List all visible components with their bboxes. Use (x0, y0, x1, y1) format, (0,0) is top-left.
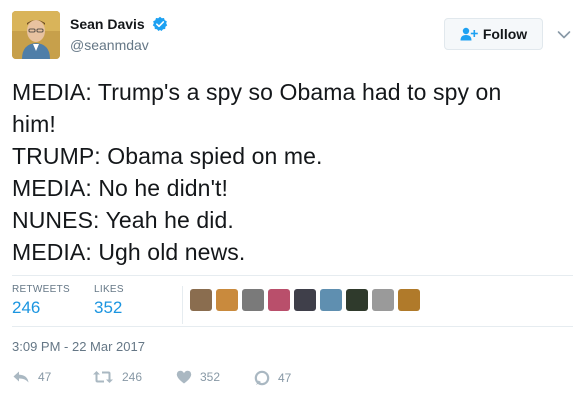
like-count: 352 (200, 370, 221, 384)
liker-avatar[interactable] (268, 289, 290, 311)
user-handle[interactable]: @seanmdav (70, 37, 168, 53)
likes-value: 352 (94, 298, 123, 317)
likes-stat[interactable]: LIKES 352 (94, 284, 124, 318)
retweets-value: 246 (12, 298, 41, 317)
stats-separator (182, 286, 183, 324)
liker-avatar[interactable] (398, 289, 420, 311)
liker-avatar[interactable] (216, 289, 238, 311)
retweets-label: RETWEETS (12, 284, 70, 295)
liker-avatar[interactable] (242, 289, 264, 311)
more-options-chevron-icon[interactable] (557, 27, 571, 39)
liker-avatar[interactable] (372, 289, 394, 311)
heart-icon (176, 370, 192, 384)
divider (12, 275, 573, 276)
user-identity[interactable]: Sean Davis @seanmdav (70, 15, 168, 53)
reply-button[interactable]: 47 (12, 370, 51, 384)
tweet-line: MEDIA: Trump's a spy so Obama had to spy… (12, 79, 502, 105)
retweet-count: 246 (122, 370, 143, 384)
user-avatar[interactable] (12, 11, 60, 59)
tweet-card: Sean Davis @seanmdav Follow MEDIA: Trump… (0, 0, 585, 404)
reply-icon (12, 370, 30, 384)
like-button[interactable]: 352 (176, 370, 220, 384)
tweet-line: MEDIA: Ugh old news. (12, 239, 246, 265)
retweets-stat[interactable]: RETWEETS 246 (12, 284, 70, 318)
tweet-line: TRUMP: Obama spied on me. (12, 143, 323, 169)
verified-badge-icon (152, 16, 168, 32)
tweet-line: him! (12, 111, 56, 137)
follow-label: Follow (482, 26, 528, 42)
direct-message-button[interactable]: 47 (254, 370, 291, 386)
tweet-timestamp[interactable]: 3:09 PM - 22 Mar 2017 (12, 339, 145, 354)
liker-avatar[interactable] (190, 289, 212, 311)
direct-message-icon (254, 370, 270, 386)
liker-avatar[interactable] (320, 289, 342, 311)
tweet-line: MEDIA: No he didn't! (12, 175, 229, 201)
follow-button[interactable]: Follow (444, 18, 543, 50)
retweet-icon (92, 370, 114, 384)
direct-message-count: 47 (278, 371, 292, 385)
display-name[interactable]: Sean Davis (70, 16, 145, 32)
liker-avatar[interactable] (346, 289, 368, 311)
tweet-text: MEDIA: Trump's a spy so Obama had to spy… (12, 76, 577, 268)
liker-avatars (190, 289, 424, 311)
divider (12, 326, 573, 327)
retweet-button[interactable]: 246 (92, 370, 142, 384)
tweet-line: NUNES: Yeah he did. (12, 207, 234, 233)
add-user-icon (460, 27, 478, 41)
reply-count: 47 (38, 370, 52, 384)
likes-label: LIKES (94, 284, 124, 295)
liker-avatar[interactable] (294, 289, 316, 311)
